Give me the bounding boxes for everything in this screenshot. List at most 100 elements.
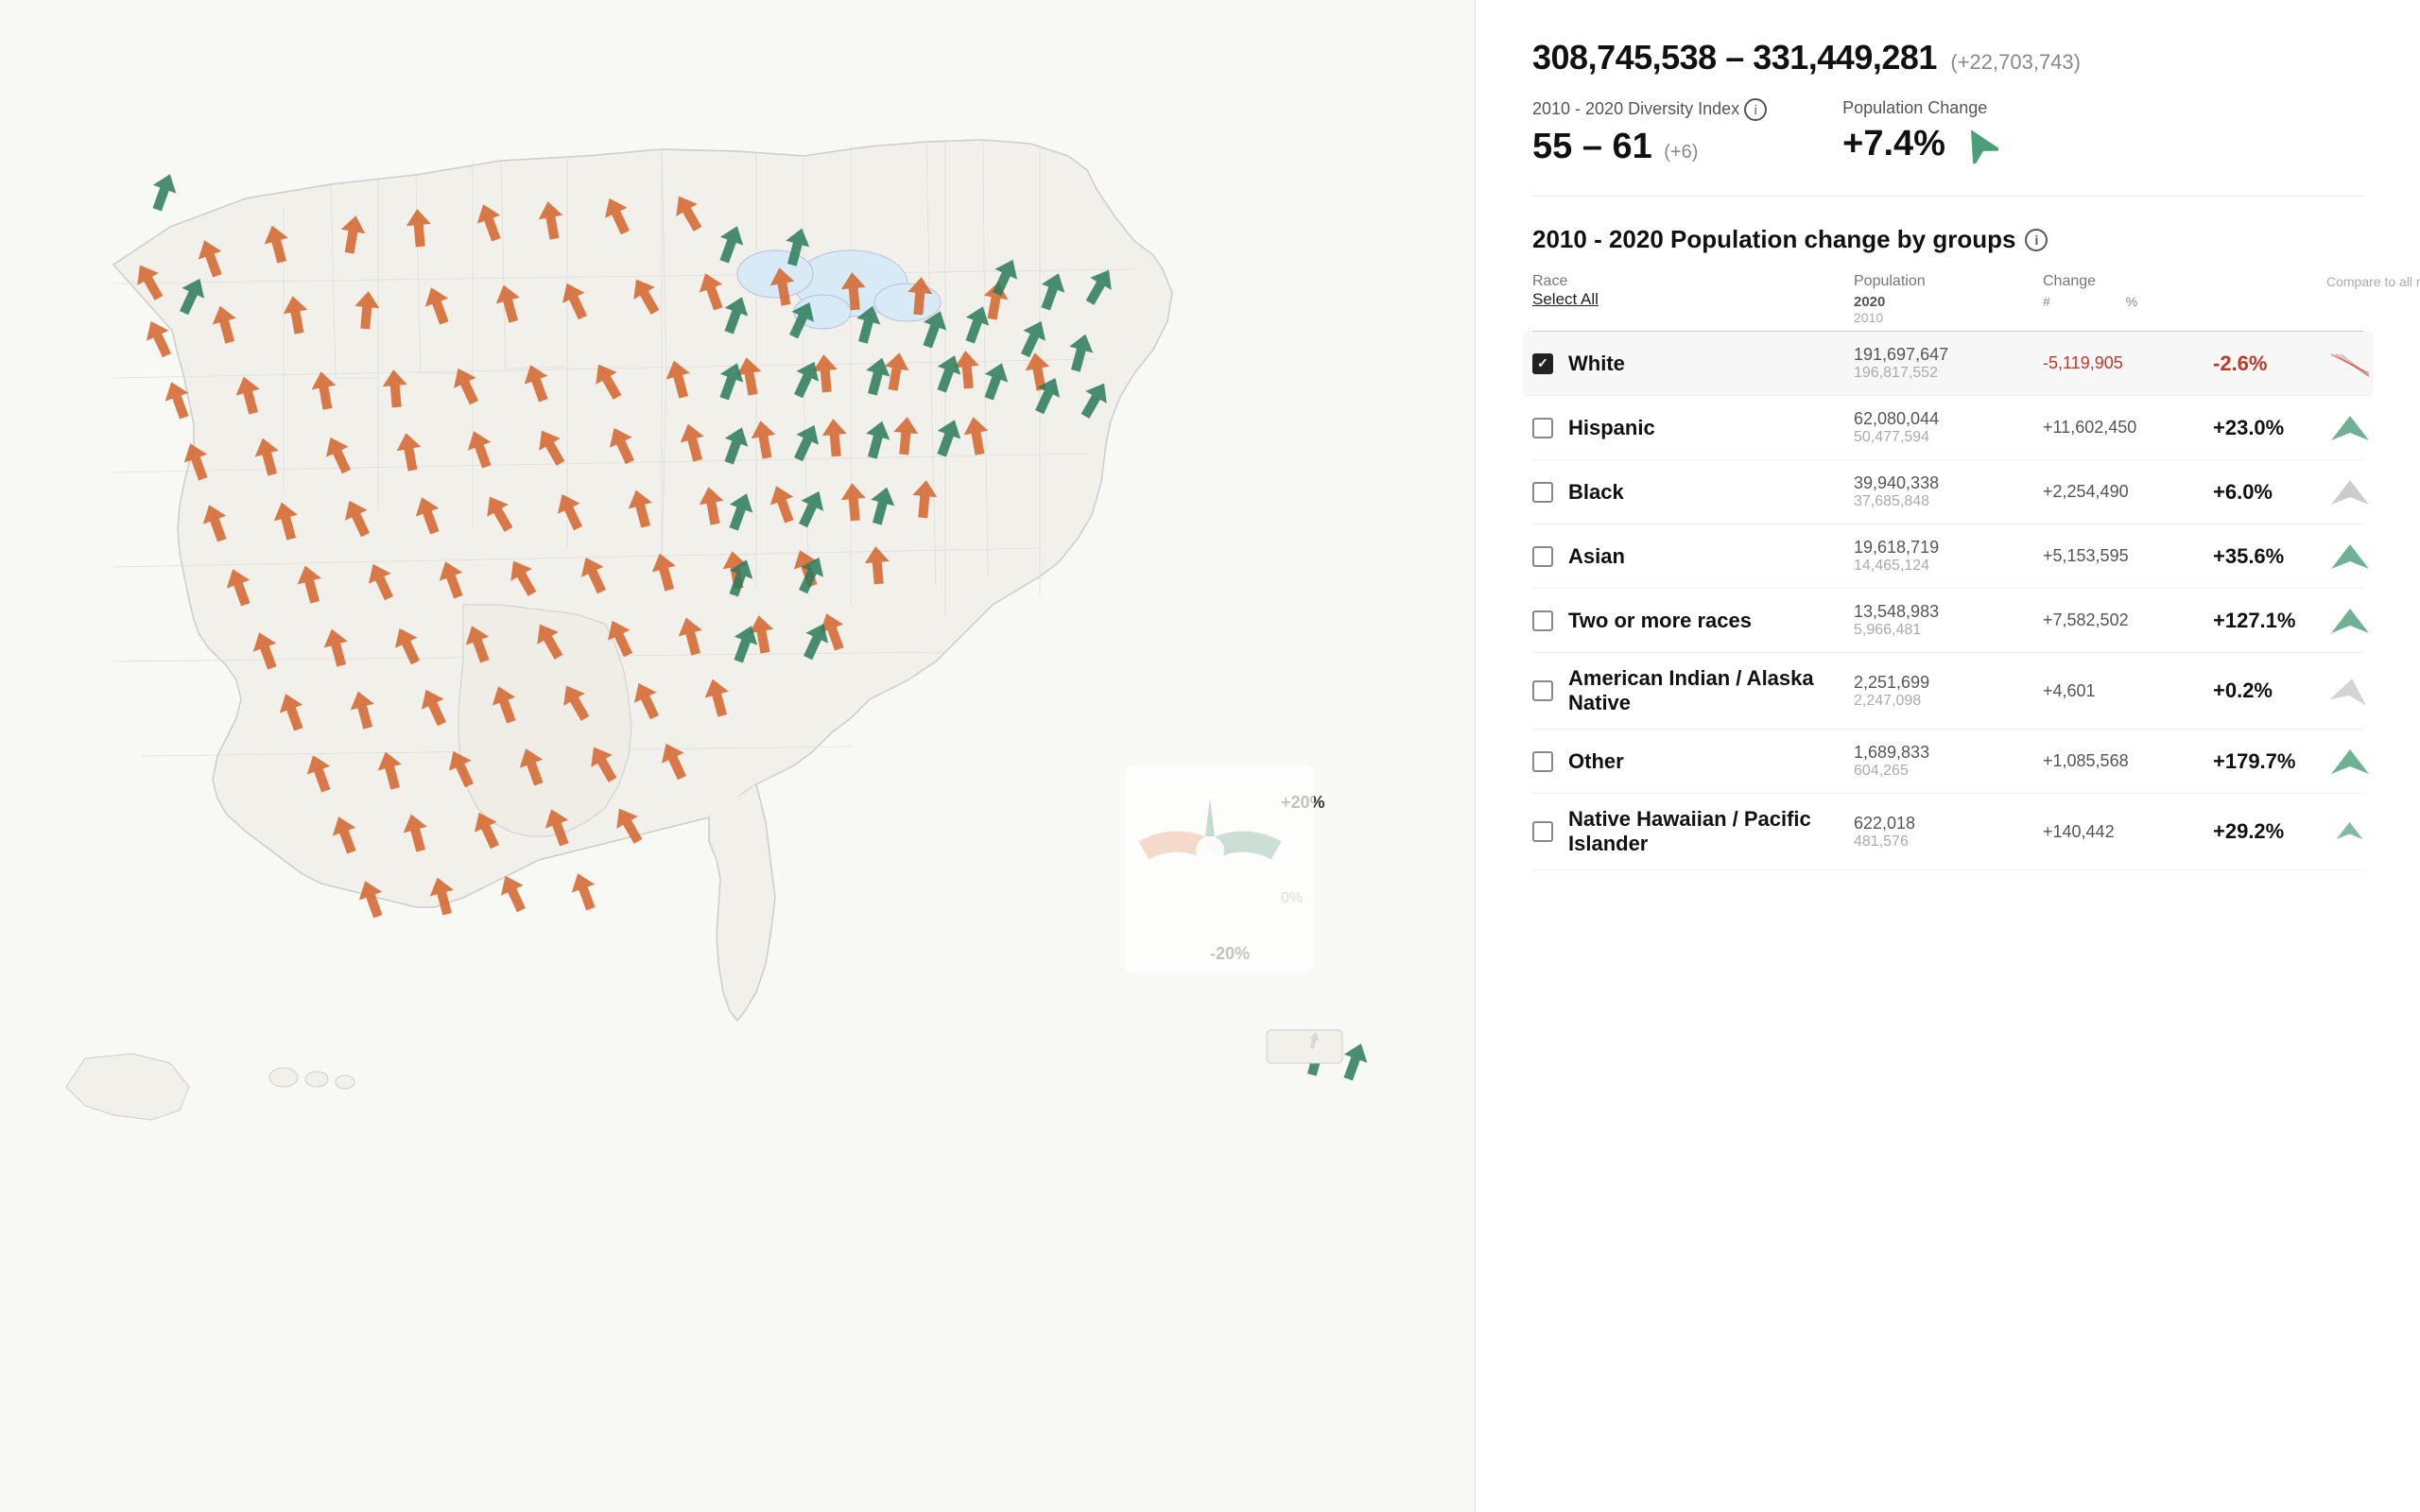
summary-section: 308,745,538 – 331,449,281 (+22,703,743) … (1532, 38, 2363, 197)
pop-change-arrow-icon (1961, 126, 1998, 163)
pop-2020: 39,940,338 (1854, 473, 2043, 493)
race-checkbox[interactable] (1532, 353, 1553, 374)
compare-cell (2326, 414, 2420, 442)
race-checkbox[interactable] (1532, 610, 1553, 631)
race-label: American Indian / Alaska Native (1568, 666, 1854, 715)
table-row[interactable]: Asian 19,618,719 14,465,124 +5,153,595 +… (1532, 524, 2363, 589)
change-pct-cell: -2.6% (2213, 352, 2326, 376)
pop-2010: 196,817,552 (1854, 365, 2043, 382)
pop-cell: 1,689,833 604,265 (1854, 743, 2043, 780)
race-checkbox[interactable] (1532, 680, 1553, 701)
pop-2020: 1,689,833 (1854, 743, 2043, 763)
map-panel: +20% 0% -20% (0, 0, 1475, 1512)
table-row[interactable]: Black 39,940,338 37,685,848 +2,254,490 +… (1532, 460, 2363, 524)
change-num-cell: +11,602,450 (2043, 418, 2213, 438)
race-checkbox[interactable] (1532, 418, 1553, 438)
change-pct-cell: +127.1% (2213, 609, 2326, 633)
race-name-cell: Other (1532, 749, 1854, 774)
race-checkbox[interactable] (1532, 821, 1553, 842)
pop-cell: 39,940,338 37,685,848 (1854, 473, 2043, 510)
change-num-cell: +5,153,595 (2043, 546, 2213, 566)
pop-cell: 622,018 481,576 (1854, 814, 2043, 850)
race-name-cell: White (1532, 352, 1854, 376)
compare-cell (2326, 478, 2420, 507)
race-name-cell: American Indian / Alaska Native (1532, 666, 1854, 715)
compare-cell (2326, 747, 2420, 776)
table-row[interactable]: Two or more races 13,548,983 5,966,481 +… (1532, 589, 2363, 653)
race-label: White (1568, 352, 1625, 376)
pop-2020: 62,080,044 (1854, 409, 2043, 429)
change-num-cell: +1,085,568 (2043, 751, 2213, 771)
table-row[interactable]: American Indian / Alaska Native 2,251,69… (1532, 653, 2363, 730)
compare-arrow-icon (2326, 478, 2374, 507)
race-checkbox[interactable] (1532, 751, 1553, 772)
pop-2010: 604,265 (1854, 763, 2043, 780)
diversity-change: (+6) (1664, 142, 1698, 163)
pop-change-block: Population Change +7.4% (1842, 98, 1998, 164)
race-name-cell: Hispanic (1532, 416, 1854, 440)
compare-arrow-icon (2326, 747, 2374, 776)
table-row[interactable]: Other 1,689,833 604,265 +1,085,568 +179.… (1532, 730, 2363, 794)
col-change-header: Change # % Compare to all races (2043, 273, 2420, 325)
diversity-info-icon[interactable]: i (1744, 98, 1767, 121)
col-race-header: Race Select All (1532, 273, 1854, 325)
compare-arrow-icon (2326, 414, 2374, 442)
race-label: Black (1568, 480, 1624, 505)
compare-arrow-icon (2326, 542, 2374, 571)
table-row[interactable]: White 191,697,647 196,817,552 -5,119,905… (1523, 332, 2373, 396)
pop-2010: 14,465,124 (1854, 558, 2043, 575)
pop-2020: 19,618,719 (1854, 538, 2043, 558)
pop-change-value-row: +7.4% (1842, 124, 1998, 164)
pop-range-row: 308,745,538 – 331,449,281 (+22,703,743) (1532, 38, 2363, 77)
table-rows: White 191,697,647 196,817,552 -5,119,905… (1532, 332, 2363, 870)
compare-arrow-icon (2326, 677, 2374, 705)
race-label: Other (1568, 749, 1624, 774)
pop-cell: 2,251,699 2,247,098 (1854, 673, 2043, 710)
diversity-range: 55 – 61 (1532, 127, 1652, 166)
change-pct-cell: +23.0% (2213, 416, 2326, 440)
compare-arrow-icon (2326, 350, 2374, 378)
compare-cell (2326, 817, 2420, 846)
race-label: Two or more races (1568, 609, 1752, 633)
alaska-inset (66, 1054, 189, 1120)
change-pct-cell: +6.0% (2213, 480, 2326, 505)
change-num-cell: +4,601 (2043, 681, 2213, 701)
race-name-cell: Black (1532, 480, 1854, 505)
pop-2010: 50,477,594 (1854, 429, 2043, 446)
diversity-block: 2010 - 2020 Diversity Index i 55 – 61 (+… (1532, 98, 1767, 167)
change-pct-cell: +29.2% (2213, 819, 2326, 844)
race-name-cell: Asian (1532, 544, 1854, 569)
pop-2010: 2,247,098 (1854, 693, 2043, 710)
change-num-cell: +140,442 (2043, 822, 2213, 842)
pop-range: 308,745,538 – 331,449,281 (1532, 38, 1937, 77)
table-row[interactable]: Hispanic 62,080,044 50,477,594 +11,602,4… (1532, 396, 2363, 460)
hawaii-inset (269, 1068, 354, 1089)
pop-cell: 62,080,044 50,477,594 (1854, 409, 2043, 446)
pop-change-value: +7.4% (1842, 124, 1945, 164)
metrics-row: 2010 - 2020 Diversity Index i 55 – 61 (+… (1532, 98, 2363, 167)
col-compare-label: Compare to all races (2326, 273, 2420, 325)
pop-2010: 37,685,848 (1854, 493, 2043, 510)
race-checkbox[interactable] (1532, 482, 1553, 503)
pop-2010: 481,576 (1854, 833, 2043, 850)
puerto-rico (1267, 1030, 1342, 1063)
pop-2020: 13,548,983 (1854, 602, 2043, 622)
compare-cell (2326, 677, 2420, 705)
compare-cell (2326, 542, 2420, 571)
change-pct-cell: +35.6% (2213, 544, 2326, 569)
race-name-cell: Two or more races (1532, 609, 1854, 633)
race-checkbox[interactable] (1532, 546, 1553, 567)
section-title-row: 2010 - 2020 Population change by groups … (1532, 225, 2363, 254)
race-label: Native Hawaiian / Pacific Islander (1568, 807, 1854, 856)
pop-cell: 19,618,719 14,465,124 (1854, 538, 2043, 575)
right-panel: 308,745,538 – 331,449,281 (+22,703,743) … (1475, 0, 2420, 1512)
pop-cell: 191,697,647 196,817,552 (1854, 345, 2043, 382)
change-pct-cell: +179.7% (2213, 749, 2326, 774)
table-section: 2010 - 2020 Population change by groups … (1532, 225, 2363, 870)
table-row[interactable]: Native Hawaiian / Pacific Islander 622,0… (1532, 794, 2363, 870)
race-label: Hispanic (1568, 416, 1655, 440)
select-all-link[interactable]: Select All (1532, 290, 1599, 309)
change-num-cell: +2,254,490 (2043, 482, 2213, 502)
col-2020-label: 2020 (1854, 294, 2043, 310)
table-info-icon[interactable]: i (2025, 229, 2048, 251)
